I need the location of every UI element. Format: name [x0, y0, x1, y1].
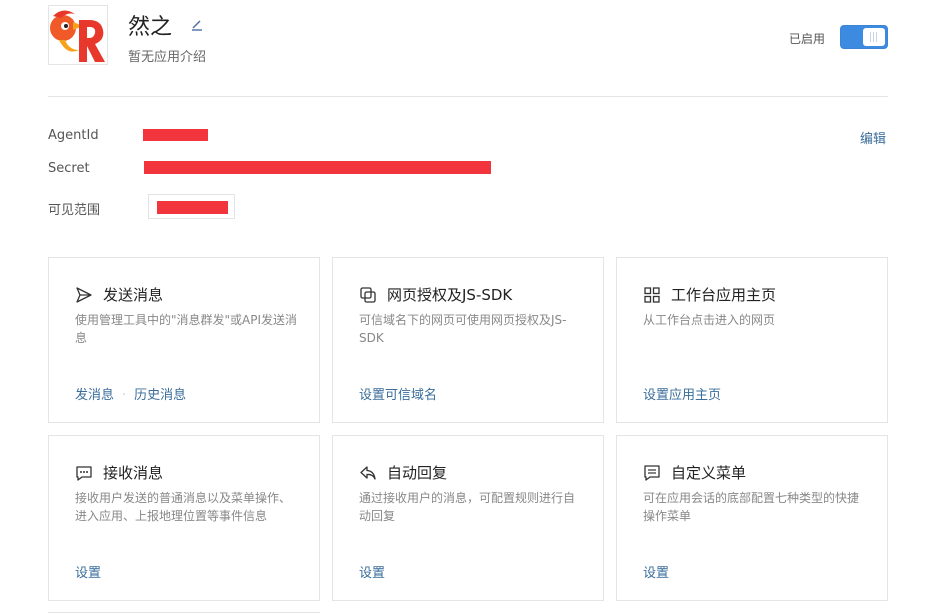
app-description: 暂无应用介绍: [128, 50, 207, 65]
status-label: 已启用: [789, 32, 826, 46]
receive-settings-link[interactable]: 设置: [75, 566, 101, 581]
card-title: 发送消息: [103, 286, 164, 304]
chat-icon: [75, 464, 93, 482]
card-description: 通过接收用户的消息，可配置规则进行自动回复: [359, 491, 576, 523]
card-receive-message: 接收消息 接收用户发送的普通消息以及菜单操作、进入应用、上报地理位置等事件信息 …: [48, 435, 320, 601]
app-name: 然之: [128, 15, 173, 40]
card-auto-reply: 自动回复 通过接收用户的消息，可配置规则进行自动回复 设置: [332, 435, 604, 601]
copy-icon: [359, 286, 377, 304]
enable-toggle[interactable]: [840, 25, 888, 49]
agentid-label: AgentId: [48, 128, 99, 143]
card-send-message: 发送消息 使用管理工具中的"消息群发"或API发送消息 发消息 · 历史消息: [48, 257, 320, 423]
card-web-auth: 网页授权及JS-SDK 可信域名下的网页可使用网页授权及JS-SDK 设置可信域…: [332, 257, 604, 423]
agentid-value-redacted: [143, 129, 208, 141]
edit-link[interactable]: 编辑: [860, 128, 886, 147]
card-custom-menu: 自定义菜单 可在应用会话的底部配置七种类型的快捷操作菜单 设置: [616, 435, 888, 601]
edit-name-icon[interactable]: [190, 17, 204, 31]
message-history-link[interactable]: 历史消息: [134, 388, 186, 403]
card-title: 网页授权及JS-SDK: [387, 286, 513, 304]
scope-label: 可见范围: [48, 203, 101, 218]
auto-reply-settings-link[interactable]: 设置: [359, 566, 385, 581]
card-title: 接收消息: [103, 464, 164, 482]
set-trusted-domain-link[interactable]: 设置可信域名: [359, 388, 437, 403]
card-title: 工作台应用主页: [671, 286, 777, 304]
app-logo: [48, 5, 108, 65]
card-workbench-home: 工作台应用主页 从工作台点击进入的网页 设置应用主页: [616, 257, 888, 423]
reply-icon: [359, 464, 377, 482]
send-message-link[interactable]: 发消息: [75, 388, 114, 403]
secret-label: Secret: [48, 161, 90, 176]
send-icon: [75, 286, 93, 304]
card-description: 使用管理工具中的"消息群发"或API发送消息: [75, 313, 298, 345]
card-description: 接收用户发送的普通消息以及菜单操作、进入应用、上报地理位置等事件信息: [75, 491, 292, 523]
set-home-page-link[interactable]: 设置应用主页: [643, 388, 721, 403]
scope-value-redacted: [157, 201, 228, 214]
custom-menu-settings-link[interactable]: 设置: [643, 566, 669, 581]
secret-value-redacted: [144, 161, 491, 174]
card-title: 自动回复: [387, 464, 448, 482]
card-description: 从工作台点击进入的网页: [643, 313, 776, 327]
grid-icon: [643, 286, 661, 304]
card-description: 可在应用会话的底部配置七种类型的快捷操作菜单: [643, 491, 860, 523]
card-description: 可信域名下的网页可使用网页授权及JS-SDK: [359, 313, 567, 345]
card-title: 自定义菜单: [671, 464, 747, 482]
header-divider: [48, 96, 888, 97]
menu-icon: [643, 464, 661, 482]
toggle-knob: [863, 28, 885, 46]
